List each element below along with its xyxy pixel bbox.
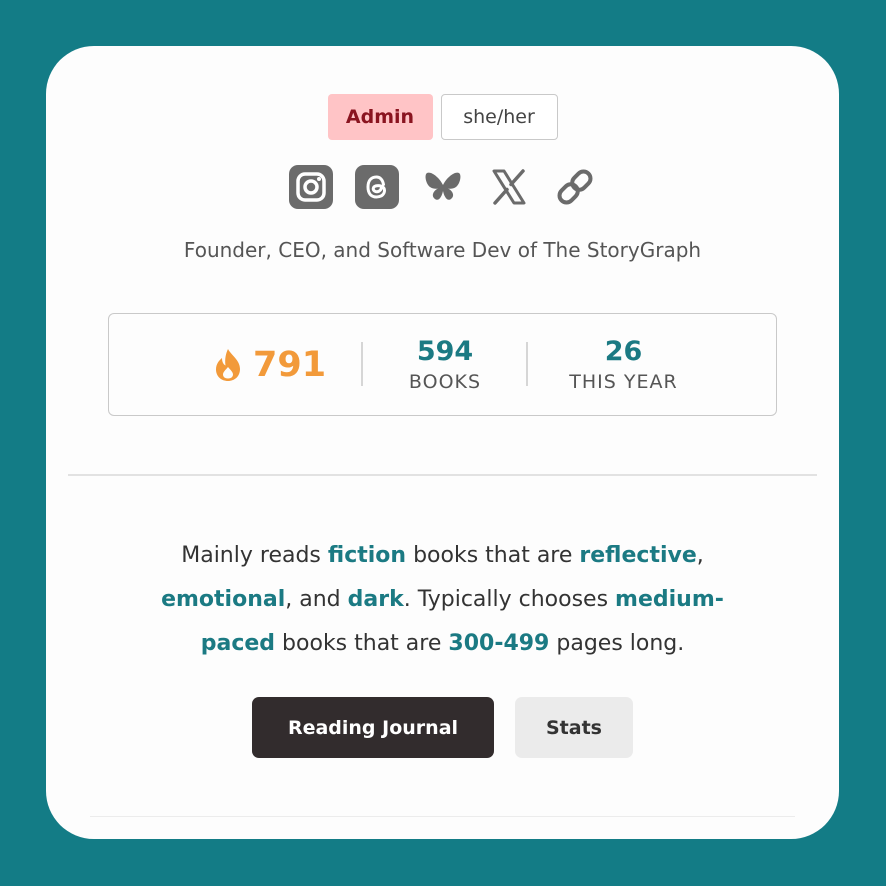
summary-text: pages long. bbox=[549, 631, 685, 656]
bluesky-icon[interactable] bbox=[421, 165, 465, 209]
books-count: 594 bbox=[416, 336, 474, 367]
reading-journal-button[interactable]: Reading Journal bbox=[252, 697, 494, 758]
summary-text: books that are bbox=[406, 543, 580, 568]
books-label: BOOKS bbox=[408, 371, 482, 393]
summary-line-1: Mainly reads fiction books that are refl… bbox=[46, 534, 839, 578]
summary-line-2: emotional, and dark. Typically chooses m… bbox=[46, 578, 839, 622]
books-stat[interactable]: 594 BOOKS bbox=[395, 336, 495, 396]
stats-divider bbox=[361, 342, 363, 386]
profile-badges: Admin she/her bbox=[46, 94, 839, 140]
pace-highlight: paced bbox=[200, 631, 276, 656]
mood-highlight: dark bbox=[347, 587, 404, 612]
this-year-label: THIS YEAR bbox=[569, 371, 678, 393]
instagram-icon[interactable] bbox=[288, 165, 333, 209]
page-count-highlight: 300-499 bbox=[448, 631, 550, 656]
reading-stats: 791 594 BOOKS 26 THIS YEAR bbox=[108, 313, 777, 416]
streak-value: 791 bbox=[253, 344, 327, 385]
summary-text: . Typically chooses bbox=[403, 587, 616, 612]
this-year-count: 26 bbox=[604, 336, 643, 367]
stats-divider bbox=[526, 342, 528, 386]
pace-highlight: medium- bbox=[615, 587, 724, 612]
admin-badge: Admin bbox=[327, 94, 433, 140]
x-icon[interactable] bbox=[487, 165, 531, 209]
stats-button[interactable]: Stats bbox=[515, 697, 633, 758]
profile-card: Admin she/her Founder, CEO, and Software… bbox=[46, 46, 839, 839]
summary-text: , bbox=[696, 543, 704, 568]
threads-icon[interactable] bbox=[354, 165, 399, 209]
reading-summary: Mainly reads fiction books that are refl… bbox=[46, 534, 839, 666]
summary-line-3: paced books that are 300-499 pages long. bbox=[46, 622, 839, 666]
profile-bio: Founder, CEO, and Software Dev of The St… bbox=[183, 238, 702, 262]
summary-text: , and bbox=[285, 587, 348, 612]
bottom-divider bbox=[90, 816, 795, 817]
summary-text: Mainly reads bbox=[181, 543, 328, 568]
flame-icon bbox=[216, 348, 240, 381]
pronouns-badge: she/her bbox=[440, 94, 558, 140]
link-icon[interactable] bbox=[553, 165, 597, 209]
this-year-stat[interactable]: 26 THIS YEAR bbox=[556, 336, 691, 396]
summary-text: books that are bbox=[275, 631, 449, 656]
streak-counter[interactable]: 791 bbox=[213, 314, 326, 415]
genre-highlight: fiction bbox=[327, 543, 407, 568]
section-divider bbox=[68, 474, 817, 476]
mood-highlight: emotional bbox=[161, 587, 286, 612]
social-links bbox=[46, 165, 839, 209]
mood-highlight: reflective bbox=[579, 543, 697, 568]
